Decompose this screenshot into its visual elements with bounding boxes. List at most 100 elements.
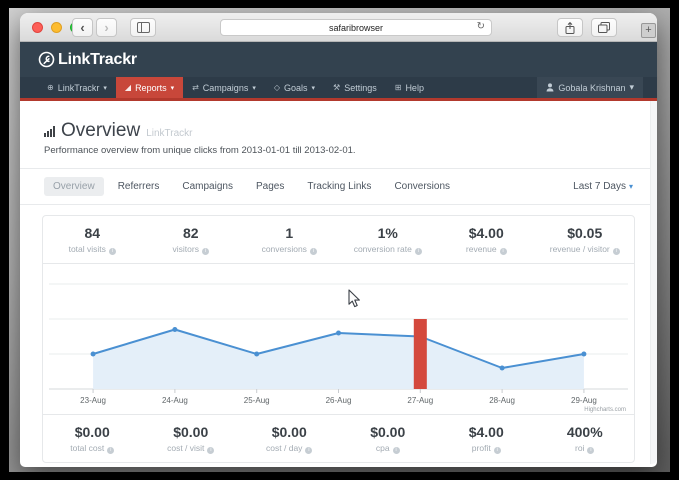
overview-panel: 84 total visitsi 82 visitorsi 1 conversi… — [42, 215, 635, 463]
nav-item-campaigns[interactable]: ⇄ Campaigns ▾ — [183, 77, 265, 98]
info-icon[interactable]: i — [393, 447, 400, 454]
info-icon[interactable]: i — [494, 447, 501, 454]
forward-button[interactable]: › — [96, 18, 117, 37]
diamond-icon: ◇ — [274, 83, 280, 92]
tab-tracking-links[interactable]: Tracking Links — [298, 177, 380, 196]
info-icon[interactable]: i — [107, 447, 114, 454]
user-name: Gobala Krishnan — [558, 83, 625, 93]
info-icon[interactable]: i — [202, 248, 209, 255]
tab-pages[interactable]: Pages — [247, 177, 293, 196]
address-bar-text: safaribrowser — [329, 23, 383, 33]
tab-overview[interactable]: Overview — [44, 177, 104, 196]
wrench-icon: ⚒ — [333, 83, 340, 92]
tab-referrers[interactable]: Referrers — [109, 177, 169, 196]
minimize-window-button[interactable] — [51, 22, 62, 33]
stat-value: 82 — [142, 225, 241, 241]
stat-total-cost: $0.00 total costi — [43, 424, 142, 454]
address-bar[interactable]: safaribrowser ↻ — [220, 19, 492, 36]
stat-label: cost / day — [266, 443, 302, 453]
stat-value: $0.00 — [339, 424, 438, 440]
scrollbar-track[interactable] — [650, 101, 657, 464]
medkit-icon: ⊞ — [395, 83, 402, 92]
info-icon[interactable]: i — [305, 447, 312, 454]
info-icon[interactable]: i — [207, 447, 214, 454]
bar-chart-icon — [44, 126, 55, 137]
chevron-down-icon: ▾ — [629, 82, 634, 93]
info-icon[interactable]: i — [310, 248, 317, 255]
page-title: Overview — [61, 121, 140, 140]
info-icon[interactable]: i — [415, 248, 422, 255]
nav-item-help[interactable]: ⊞ Help — [386, 77, 433, 98]
stat-visitors: 82 visitorsi — [142, 225, 241, 255]
svg-text:Highcharts.com: Highcharts.com — [584, 407, 626, 413]
stat-cost-per-day: $0.00 cost / dayi — [240, 424, 339, 454]
info-icon[interactable]: i — [109, 248, 116, 255]
page-content: Overview LinkTrackr Performance overview… — [20, 101, 657, 464]
info-icon[interactable]: i — [500, 248, 507, 255]
stat-conversions: 1 conversionsi — [240, 225, 339, 255]
site-header: LinkTrackr — [20, 42, 657, 77]
stat-total-visits: 84 total visitsi — [43, 225, 142, 255]
visits-chart[interactable]: 23-Aug24-Aug25-Aug26-Aug27-Aug28-Aug29-A… — [43, 264, 634, 414]
stat-value: 400% — [536, 424, 635, 440]
svg-text:29-Aug: 29-Aug — [571, 396, 597, 405]
nav-item-settings[interactable]: ⚒ Settings — [324, 77, 386, 98]
stats-row-top: 84 total visitsi 82 visitorsi 1 conversi… — [43, 216, 634, 264]
safari-window: ‹ › safaribrowser ↻ — [20, 13, 657, 467]
stat-value: $0.00 — [43, 424, 142, 440]
nav-item-linktrackr[interactable]: ⊕ LinkTrackr ▾ — [38, 77, 116, 98]
chevron-down-icon: ▾ — [171, 84, 175, 92]
desktop-background: ‹ › safaribrowser ↻ — [9, 8, 670, 472]
shuffle-icon: ⇄ — [192, 83, 199, 92]
chevron-down-icon: ▾ — [312, 84, 316, 92]
stat-label: revenue / visitor — [550, 244, 610, 254]
page-title-suffix: LinkTrackr — [146, 128, 192, 139]
stat-value: $4.00 — [437, 225, 536, 241]
nav-item-label: Settings — [344, 83, 377, 93]
sidebar-toggle-button[interactable] — [130, 18, 156, 37]
chevron-down-icon: ▾ — [103, 84, 107, 92]
back-button[interactable]: ‹ — [72, 18, 93, 37]
stat-profit: $4.00 profiti — [437, 424, 536, 454]
nav-item-reports[interactable]: ◢ Reports ▾ — [116, 77, 183, 98]
stat-label: conversions — [262, 244, 307, 254]
stat-value: $0.05 — [536, 225, 635, 241]
info-icon[interactable]: i — [587, 447, 594, 454]
stat-value: 84 — [43, 225, 142, 241]
svg-text:28-Aug: 28-Aug — [489, 396, 515, 405]
share-button[interactable] — [557, 18, 583, 37]
nav-item-label: LinkTrackr — [58, 83, 100, 93]
linktrackr-logo-icon — [38, 51, 55, 68]
report-tabs: Overview Referrers Campaigns Pages Track… — [20, 169, 657, 205]
svg-text:26-Aug: 26-Aug — [326, 396, 352, 405]
chevron-down-icon: ▾ — [629, 182, 633, 191]
show-tabs-button[interactable] — [591, 18, 617, 37]
browser-titlebar: ‹ › safaribrowser ↻ — [20, 13, 657, 42]
stat-value: $0.00 — [240, 424, 339, 440]
page-header: Overview LinkTrackr Performance overview… — [20, 101, 657, 169]
area-line-chart: 23-Aug24-Aug25-Aug26-Aug27-Aug28-Aug29-A… — [43, 264, 634, 414]
user-menu[interactable]: Gobala Krishnan ▾ — [537, 77, 643, 98]
info-icon[interactable]: i — [613, 248, 620, 255]
tab-conversions[interactable]: Conversions — [385, 177, 459, 196]
nav-item-label: Help — [405, 83, 424, 93]
new-tab-button[interactable]: + — [641, 23, 656, 38]
linktrackr-logo[interactable]: LinkTrackr — [38, 51, 137, 69]
date-range-selector[interactable]: Last 7 Days ▾ — [573, 181, 633, 192]
svg-text:25-Aug: 25-Aug — [244, 396, 270, 405]
nav-item-label: Reports — [135, 83, 167, 93]
sidebar-icon — [137, 22, 150, 33]
nav-item-label: Goals — [284, 83, 308, 93]
close-window-button[interactable] — [32, 22, 43, 33]
stat-revenue: $4.00 revenuei — [437, 225, 536, 255]
stat-label: profit — [472, 443, 491, 453]
nav-item-goals[interactable]: ◇ Goals ▾ — [265, 77, 324, 98]
tab-campaigns[interactable]: Campaigns — [173, 177, 242, 196]
reload-icon[interactable]: ↻ — [477, 21, 485, 32]
stat-label: total visits — [69, 244, 106, 254]
share-icon — [565, 22, 575, 34]
stat-label: total cost — [70, 443, 104, 453]
stat-label: cost / visit — [167, 443, 204, 453]
chart-icon: ◢ — [125, 83, 131, 92]
page-subtitle: Performance overview from unique clicks … — [44, 145, 633, 156]
